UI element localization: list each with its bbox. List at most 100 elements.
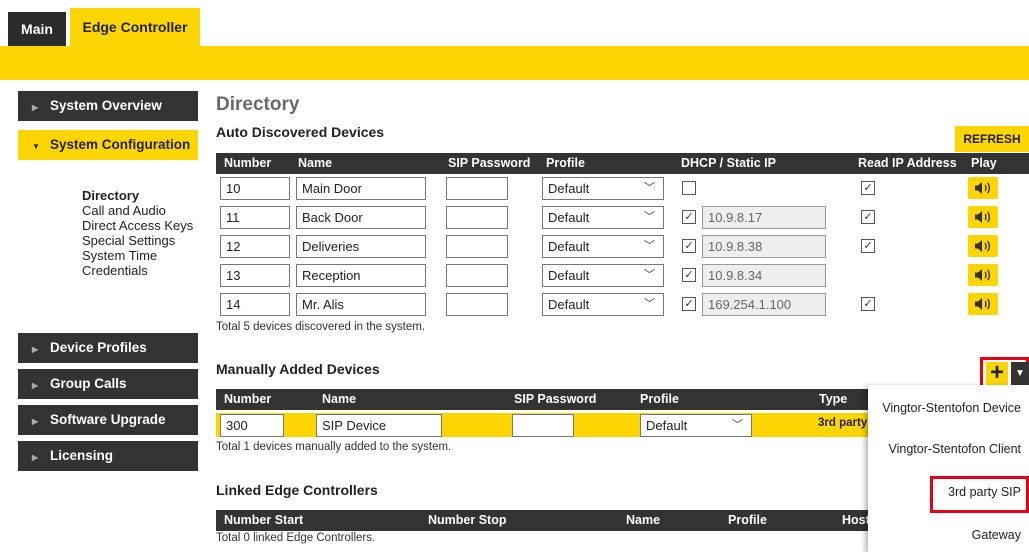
chevron-down-icon: ﹀ [644,298,655,310]
sidebar-item-label: Device Profiles [50,340,147,355]
sidebar-item-software-upgrade[interactable]: ▶ Software Upgrade [18,405,198,435]
sidebar-item-label: Group Calls [50,376,127,391]
col-profile: Profile [640,392,679,406]
dhcp-checkbox[interactable]: ✓ [682,268,696,282]
number-input[interactable]: 10 [220,177,290,200]
profile-value: Default [548,297,590,312]
static-ip-input[interactable]: 169.254.1.100 [702,293,826,316]
col-host: Host [842,513,870,527]
linked-controllers-title: Linked Edge Controllers [216,482,378,498]
col-type: Type [819,392,848,406]
subnav-call-and-audio[interactable]: Call and Audio [82,203,222,218]
subnav-direct-access-keys[interactable]: Direct Access Keys [82,218,222,233]
chevron-down-icon: ﹀ [644,240,655,252]
subnav-system-time[interactable]: System Time [82,248,222,263]
sidebar-item-licensing[interactable]: ▶ Licensing [18,441,198,471]
number-input[interactable]: 12 [220,235,290,258]
col-name: Name [322,392,357,406]
sidebar-item-group-calls[interactable]: ▶ Group Calls [18,369,198,399]
profile-select[interactable]: Default ﹀ [542,264,664,287]
refresh-button[interactable]: REFRESH [955,126,1029,152]
manual-sip-password-input[interactable] [512,414,574,437]
name-input[interactable]: Main Door [296,177,426,200]
dhcp-checkbox[interactable]: ✓ [682,210,696,224]
col-read-ip-address: Read IP Address [858,156,957,170]
sip-password-input[interactable] [446,293,508,316]
tab-edge-controller[interactable]: Edge Controller [70,8,200,46]
static-ip-input[interactable]: 10.9.8.17 [702,206,826,229]
play-tone-button[interactable] [968,235,998,257]
dhcp-checkbox[interactable]: ✓ [682,239,696,253]
profile-select[interactable]: Default ﹀ [542,235,664,258]
play-tone-button[interactable] [968,177,998,199]
name-input[interactable]: Back Door [296,206,426,229]
chevron-right-icon: ▶ [32,417,39,426]
sidebar-item-label: System Configuration [50,137,191,152]
auto-discovered-title: Auto Discovered Devices [216,124,385,140]
chevron-right-icon: ▶ [32,345,39,354]
read-ip-checkbox[interactable]: ✓ [861,239,875,253]
col-sip-password: SIP Password [514,392,597,406]
static-ip-input[interactable]: 10.9.8.38 [702,235,826,258]
profile-select[interactable]: Default ﹀ [542,293,664,316]
subnav-special-settings[interactable]: Special Settings [82,233,222,248]
menu-item-vingtor-device[interactable]: Vingtor-Stentofon Device [882,401,1021,415]
sip-password-input[interactable] [446,206,508,229]
static-ip-input[interactable]: 10.9.8.34 [702,264,826,287]
manual-table-header: Number Name SIP Password Profile Type [216,389,896,410]
dhcp-checkbox[interactable] [682,181,696,195]
read-ip-checkbox[interactable]: ✓ [861,210,875,224]
linked-total-text: Total 0 linked Edge Controllers. [216,532,376,544]
chevron-right-icon: ▶ [32,103,39,112]
menu-item-gateway[interactable]: Gateway [972,528,1021,542]
col-number-start: Number Start [224,513,304,527]
sidebar-item-system-overview[interactable]: ▶ System Overview [18,91,198,121]
manual-number-input[interactable]: 300 [220,414,284,437]
subnav-credentials[interactable]: Credentials [82,263,222,278]
chevron-right-icon: ▶ [32,453,39,462]
sip-password-input[interactable] [446,235,508,258]
col-name: Name [298,156,333,170]
sidebar-item-label: Software Upgrade [50,412,166,427]
subnav-directory[interactable]: Directory [82,188,222,203]
number-input[interactable]: 11 [220,206,290,229]
manual-name-input[interactable]: SIP Device [316,414,442,437]
manual-devices-title: Manually Added Devices [216,361,380,377]
manual-profile-select[interactable]: Default ﹀ [640,414,752,437]
manual-profile-value: Default [646,418,688,433]
add-device-menu: Vingtor-Stentofon Device Vingtor-Stentof… [868,385,1029,552]
play-tone-button[interactable] [968,264,998,286]
top-tab-bar: Main Edge Controller [0,0,1029,46]
profile-select[interactable]: Default ﹀ [542,206,664,229]
play-tone-button[interactable] [968,293,998,315]
sidebar-item-system-configuration[interactable]: ▼ System Configuration [18,130,198,160]
read-ip-checkbox[interactable]: ✓ [861,181,875,195]
name-input[interactable]: Deliveries [296,235,426,258]
dhcp-checkbox[interactable]: ✓ [682,297,696,311]
name-input[interactable]: Mr. Alis [296,293,426,316]
sip-password-input[interactable] [446,177,508,200]
sidebar-item-device-profiles[interactable]: ▶ Device Profiles [18,333,198,363]
read-ip-checkbox[interactable]: ✓ [861,297,875,311]
col-dhcp-static-ip: DHCP / Static IP [681,156,776,170]
chevron-right-icon: ▶ [32,381,39,390]
menu-item-vingtor-client[interactable]: Vingtor-Stentofon Client [889,442,1022,456]
play-tone-button[interactable] [968,206,998,228]
manual-total-text: Total 1 devices manually added to the sy… [216,441,452,453]
add-device-button[interactable]: + [986,361,1008,386]
config-subnav: Directory Call and Audio Direct Access K… [82,188,222,278]
profile-select[interactable]: Default ﹀ [542,177,664,200]
sidebar-item-label: System Overview [50,98,162,113]
name-input[interactable]: Reception [296,264,426,287]
number-input[interactable]: 13 [220,264,290,287]
manual-type-value: 3rd party : [818,417,875,429]
number-input[interactable]: 14 [220,293,290,316]
tab-main[interactable]: Main [8,12,66,46]
sidebar-item-label: Licensing [50,448,114,463]
col-profile: Profile [546,156,585,170]
add-device-dropdown-button[interactable]: ▼ [1011,362,1029,386]
col-number: Number [224,156,272,170]
menu-highlight-frame [930,476,1029,513]
linked-table-header: Number Start Number Stop Name Profile Ho… [216,510,896,531]
sip-password-input[interactable] [446,264,508,287]
